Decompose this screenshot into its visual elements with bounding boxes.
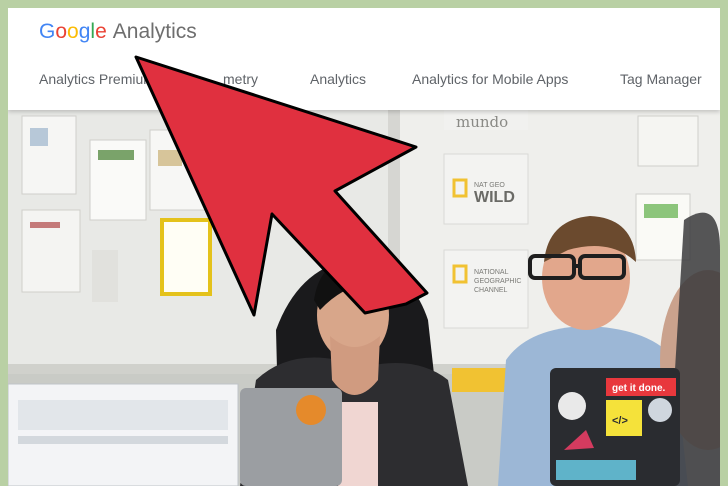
nav-analytics[interactable]: Analytics [310, 71, 366, 87]
logo-letter-o2: o [67, 20, 79, 43]
sign-channel: CHANNEL [474, 287, 508, 294]
logo-letter-g: G [39, 20, 56, 43]
sticker-get-it-done: get it done. [612, 383, 666, 394]
ga-header: Google Analytics Analytics Premium metry … [8, 8, 720, 110]
logo-letter-e: e [95, 20, 107, 43]
sign-mundo: mundo [456, 113, 508, 131]
office-photo: mundo NAT GEO WILD NATIONAL GEOGRAPHIC C… [8, 110, 720, 486]
nav-analytics-360-suite[interactable]: metry [223, 71, 258, 87]
google-analytics-logo[interactable]: Google Analytics [39, 20, 197, 44]
product-nav: Analytics Premium metry Analytics Analyt… [8, 71, 720, 95]
nav-analytics-premium[interactable]: Analytics Premium [39, 71, 155, 87]
logo-product-name: Analytics [112, 20, 197, 43]
sign-natgeo-small: NAT GEO [474, 182, 505, 189]
screenshot-frame: Google Analytics Analytics Premium metry … [8, 8, 720, 486]
sign-wild: WILD [474, 189, 515, 206]
sticker-code: </> [612, 415, 628, 427]
sign-geographic: GEOGRAPHIC [474, 278, 521, 285]
logo-letter-o1: o [55, 20, 68, 43]
logo-letter-g2: g [78, 20, 91, 43]
nav-analytics-mobile-apps[interactable]: Analytics for Mobile Apps [412, 71, 568, 87]
sign-national: NATIONAL [474, 269, 509, 276]
nav-tag-manager[interactable]: Tag Manager [620, 71, 702, 87]
